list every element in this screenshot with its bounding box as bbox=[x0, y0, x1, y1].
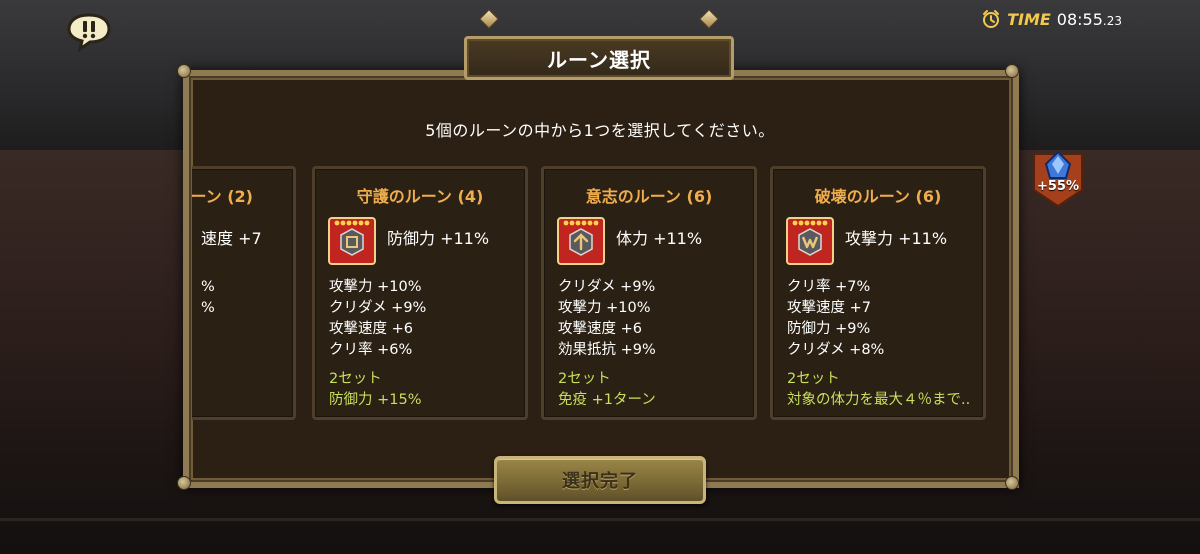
panel-corner-rivet bbox=[177, 64, 191, 78]
confirm-selection-button[interactable]: 選択完了 bbox=[494, 456, 706, 504]
rune-sub-stat: 攻撃力 +10% bbox=[329, 279, 422, 295]
timer-main: 08:55 bbox=[1056, 9, 1103, 29]
rune-sub-stat: 攻撃速度 +6 bbox=[558, 321, 642, 337]
rune-sub-stat: 攻撃力 +10% bbox=[558, 300, 651, 316]
rune-set-label: 2セット bbox=[329, 371, 382, 387]
rune-sub-stats: 攻撃力 +10% クリダメ +9% 攻撃速度 +6 クリ率 +6% bbox=[329, 277, 426, 361]
rune-card[interactable]: 破壊のルーン (6) 攻撃力 +11% クリ率 +7% 攻撃速度 +7 防御力 … bbox=[770, 166, 986, 420]
chat-alert-icon[interactable] bbox=[66, 12, 112, 53]
dialog-subtitle: 5個のルーンの中から1つを選択してください。 bbox=[425, 121, 775, 140]
panel-corner-rivet bbox=[1005, 476, 1019, 490]
rune-card-title: 意志のルーン (6) bbox=[585, 187, 713, 206]
rune-sub-stats: クリダメ +9% 攻撃力 +10% 攻撃速度 +6 効果抵抗 +9% bbox=[558, 277, 656, 361]
rune-sub-stat: クリダメ +8% bbox=[787, 342, 885, 358]
rune-card-title: 破壊のルーン (6) bbox=[814, 187, 942, 206]
rune-set-label: 2セット bbox=[787, 371, 840, 387]
rune-main-stat: 速度 +7 bbox=[201, 229, 262, 248]
rune-sub-stat: % bbox=[201, 279, 215, 295]
rune-sub-stat: 攻撃速度 +6 bbox=[329, 321, 413, 337]
rune-sub-stat: クリダメ +9% bbox=[558, 279, 656, 295]
confirm-selection-label: 選択完了 bbox=[562, 471, 638, 492]
rune-sub-stats: % % bbox=[201, 277, 215, 319]
rune-main-stat: 攻撃力 +11% bbox=[845, 229, 948, 248]
timer-label: TIME bbox=[1007, 9, 1051, 29]
rune-sub-stat: クリダメ +9% bbox=[329, 300, 427, 316]
rune-icon bbox=[786, 217, 834, 265]
rune-card-list[interactable]: ーン (2) 速度 +7 % % 守護のルーン (4) 防御力 +11% 攻撃力… bbox=[192, 162, 998, 424]
rune-sub-stats: クリ率 +7% 攻撃速度 +7 防御力 +9% クリダメ +8% bbox=[787, 277, 884, 361]
rune-icon bbox=[557, 217, 605, 265]
background-divider bbox=[0, 518, 1200, 521]
rune-sub-stat: クリ率 +6% bbox=[329, 342, 413, 358]
rune-card[interactable]: ーン (2) 速度 +7 % % bbox=[192, 166, 296, 420]
timer-fraction: .23 bbox=[1102, 13, 1122, 28]
bonus-badge[interactable]: +55% bbox=[1030, 150, 1086, 208]
timer-value: 08:55.23 bbox=[1057, 10, 1122, 29]
rune-sub-stat: 攻撃速度 +7 bbox=[787, 300, 871, 316]
rune-sub-stat: クリ率 +7% bbox=[787, 279, 871, 295]
rune-set-effect: 防御力 +15% bbox=[329, 392, 422, 408]
rune-card[interactable]: 守護のルーン (4) 防御力 +11% 攻撃力 +10% クリダメ +9% 攻撃… bbox=[312, 166, 528, 420]
timer: TIME 08:55.23 bbox=[981, 8, 1122, 30]
rune-main-stat: 防御力 +11% bbox=[387, 229, 490, 248]
rune-icon bbox=[328, 217, 376, 265]
rune-set-effect: 対象の体力を最大４％まで.. bbox=[787, 392, 971, 408]
dialog-title-tab: ルーン選択 bbox=[464, 36, 734, 80]
rune-sub-stat: 効果抵抗 +9% bbox=[558, 342, 656, 358]
clock-icon bbox=[983, 10, 1000, 28]
rune-sub-stat: 防御力 +9% bbox=[787, 321, 871, 337]
rune-sub-stat: % bbox=[201, 300, 215, 316]
panel-corner-rivet bbox=[1005, 64, 1019, 78]
rune-card[interactable]: 意志のルーン (6) 体力 +11% クリダメ +9% 攻撃力 +10% 攻撃速… bbox=[541, 166, 757, 420]
rune-set-label: 2セット bbox=[558, 371, 611, 387]
rune-card-title: 守護のルーン (4) bbox=[356, 187, 484, 206]
dialog-title: ルーン選択 bbox=[547, 47, 651, 72]
rune-set-effect: 免疫 +1ターン bbox=[558, 392, 656, 408]
rune-main-stat: 体力 +11% bbox=[616, 229, 703, 248]
panel-corner-rivet bbox=[177, 476, 191, 490]
bonus-badge-text: +55% bbox=[1036, 179, 1079, 194]
rune-card-title: ーン (2) bbox=[192, 187, 253, 206]
